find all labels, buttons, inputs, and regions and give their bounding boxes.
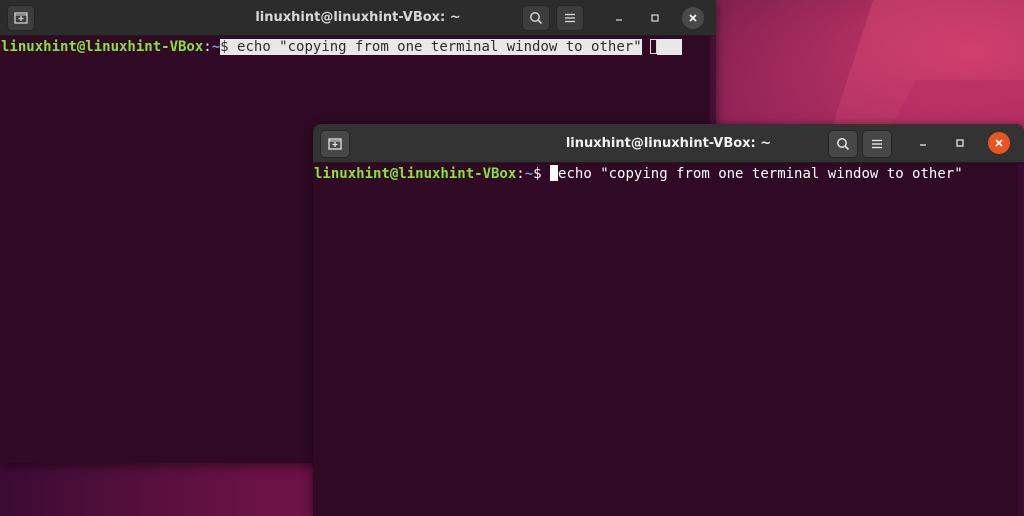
minimize-button[interactable] xyxy=(912,132,934,154)
search-icon xyxy=(530,12,543,25)
prompt-path: ~ xyxy=(524,166,534,182)
maximize-button[interactable] xyxy=(644,7,666,29)
hamburger-menu-icon xyxy=(565,13,575,23)
text-cursor xyxy=(650,39,658,54)
close-button[interactable] xyxy=(988,132,1010,154)
close-button[interactable] xyxy=(682,7,704,29)
new-tab-button[interactable] xyxy=(320,130,350,158)
minimize-icon xyxy=(920,144,926,146)
titlebar[interactable]: linuxhint@linuxhint-VBox: ~ xyxy=(313,124,1024,163)
prompt-dollar: $ xyxy=(533,166,542,182)
new-tab-icon xyxy=(14,12,28,24)
scrollbar[interactable] xyxy=(1018,164,1024,516)
prompt-user-host: linuxhint@linuxhint-VBox xyxy=(314,166,517,182)
maximize-icon xyxy=(956,139,964,147)
close-icon xyxy=(689,14,697,22)
trailing-space xyxy=(642,39,650,55)
search-button[interactable] xyxy=(828,130,858,158)
new-tab-button[interactable] xyxy=(7,5,35,31)
maximize-button[interactable] xyxy=(949,132,971,154)
terminal-output[interactable]: linuxhint@linuxhint-VBox:~$ echo "copyin… xyxy=(313,165,1024,516)
selected-text[interactable]: $ echo "copying from one terminal window… xyxy=(220,39,642,55)
text-cursor xyxy=(550,165,559,181)
titlebar[interactable]: linuxhint@linuxhint-VBox: ~ xyxy=(0,0,716,36)
terminal-window-front[interactable]: linuxhint@linuxhint-VBox: ~ linuxhint@li… xyxy=(313,124,1024,516)
prompt-colon: : xyxy=(516,166,525,182)
menu-button[interactable] xyxy=(556,5,584,31)
minimize-button[interactable] xyxy=(608,7,630,29)
search-icon xyxy=(837,138,850,151)
prompt-dollar: $ xyxy=(220,39,229,55)
menu-button[interactable] xyxy=(862,130,892,158)
search-button[interactable] xyxy=(522,5,550,31)
prompt-user-host: linuxhint@linuxhint-VBox xyxy=(1,39,204,55)
prompt-colon: : xyxy=(203,39,212,55)
minimize-icon xyxy=(616,19,622,21)
new-tab-icon xyxy=(328,138,342,150)
command-text: echo "copying from one terminal window t… xyxy=(558,166,963,182)
hamburger-menu-icon xyxy=(872,139,882,149)
maximize-icon xyxy=(651,14,659,22)
prompt-path: ~ xyxy=(211,39,221,55)
command-text: echo "copying from one terminal window t… xyxy=(228,39,642,55)
close-icon xyxy=(995,139,1003,147)
wallpaper-bottom xyxy=(0,462,320,516)
selected-tail xyxy=(657,39,683,55)
